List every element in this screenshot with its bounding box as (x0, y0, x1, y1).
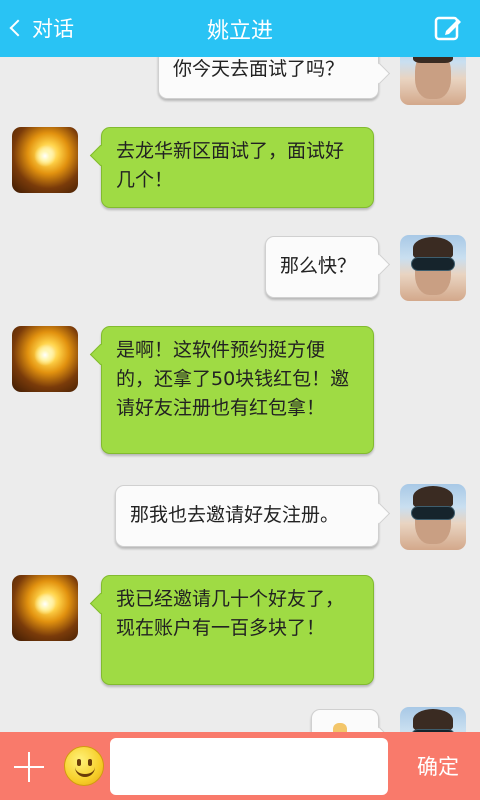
contact-avatar[interactable] (400, 235, 466, 301)
chat-area[interactable]: 你今天去面试了吗？ 去龙华新区面试了，面试好几个！ 那么快？ 是啊！这软件预约挺… (0, 57, 480, 732)
message-bubble[interactable]: 你今天去面试了吗？ (158, 57, 379, 99)
confirm-button[interactable]: 确定 (402, 744, 474, 788)
header: 对话 姚立进 (0, 0, 480, 57)
input-bar: 确定 (0, 732, 480, 800)
sender-avatar[interactable] (12, 575, 78, 641)
thumbs-up-icon (333, 723, 347, 732)
plus-icon[interactable] (12, 750, 46, 784)
message-bubble[interactable]: 是啊！这软件预约挺方便的，还拿了50块钱红包！邀请好友注册也有红包拿！ (101, 326, 374, 454)
message-bubble[interactable]: 那我也去邀请好友注册。 (115, 485, 379, 547)
contact-avatar[interactable] (400, 707, 466, 732)
contact-avatar[interactable] (400, 57, 466, 105)
edit-icon[interactable] (434, 13, 464, 43)
goggles (411, 257, 455, 271)
message-bubble[interactable]: 那么快？ (265, 236, 379, 298)
goggles (411, 506, 455, 520)
contact-avatar[interactable] (400, 484, 466, 550)
sender-avatar[interactable] (12, 326, 78, 392)
emoji-icon[interactable] (64, 746, 104, 786)
message-bubble[interactable]: 去龙华新区面试了，面试好几个！ (101, 127, 374, 208)
sender-avatar[interactable] (12, 127, 78, 193)
message-bubble[interactable]: 我已经邀请几十个好友了，现在账户有一百多块了！ (101, 575, 374, 685)
message-input[interactable] (110, 738, 388, 795)
contact-name: 姚立进 (206, 19, 273, 44)
